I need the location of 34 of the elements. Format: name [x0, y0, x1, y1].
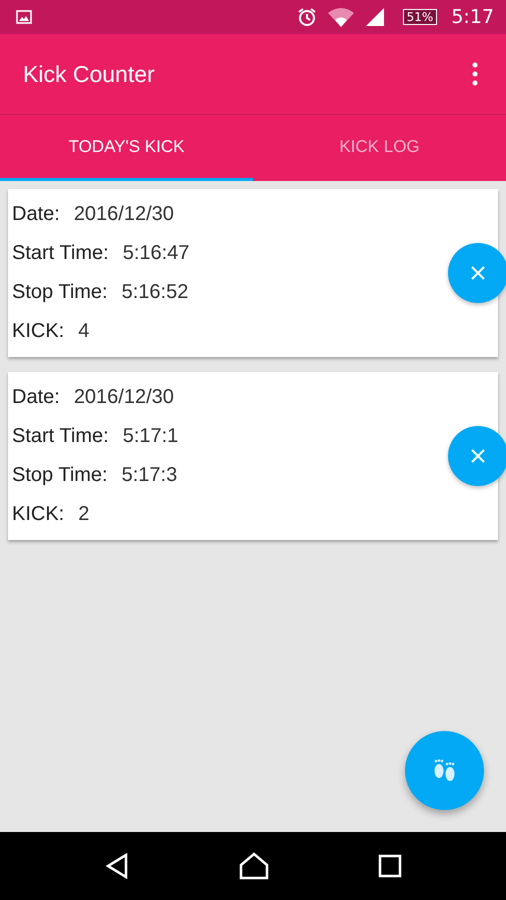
signal-icon [364, 7, 385, 27]
field-value: 5:16:52 [122, 281, 188, 304]
delete-button[interactable] [448, 243, 506, 303]
delete-button[interactable] [448, 426, 506, 486]
add-kick-button[interactable] [405, 731, 484, 810]
field-value: 5:17:1 [122, 425, 178, 448]
field-label: Start Time: [12, 242, 109, 265]
field-label: Date: [12, 203, 60, 226]
field-label: Date: [12, 386, 60, 409]
app-title: Kick Counter [23, 60, 155, 88]
field-label: Stop Time: [12, 464, 108, 487]
back-icon[interactable] [104, 853, 130, 879]
home-icon[interactable] [238, 852, 269, 880]
close-icon [470, 448, 486, 464]
field-label: KICK: [12, 503, 64, 526]
more-options-icon[interactable] [472, 62, 478, 86]
field-value: 2016/12/30 [74, 203, 174, 226]
field-label: Stop Time: [12, 281, 108, 304]
field-value: 4 [78, 320, 90, 343]
field-value: 5:16:47 [122, 242, 190, 265]
recent-apps-icon[interactable] [378, 854, 402, 878]
field-value: 2 [78, 503, 90, 526]
field-value: 2016/12/30 [74, 386, 174, 409]
image-icon [16, 9, 32, 25]
wifi-icon [326, 6, 355, 28]
field-label: KICK: [12, 320, 64, 343]
tab[interactable]: TODAY'S KICK [0, 115, 253, 181]
alarm-icon [296, 7, 317, 27]
field-label: Start Time: [12, 425, 109, 448]
field-value: 5:17:3 [122, 464, 178, 487]
clock-time: 5:17 [451, 6, 494, 28]
tab[interactable]: KICK LOG [253, 115, 506, 181]
battery-indicator: 51% [402, 9, 438, 25]
close-icon [470, 265, 486, 281]
